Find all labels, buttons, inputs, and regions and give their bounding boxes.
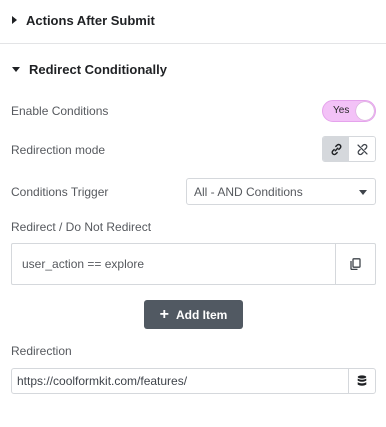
enable-conditions-toggle[interactable]: Yes [322,100,376,122]
toggle-text: Yes [333,105,350,116]
dynamic-tags-button[interactable] [348,369,375,393]
section-title: Actions After Submit [26,12,155,28]
mode-link-button[interactable] [323,137,349,161]
plus-icon: + [159,305,169,323]
redirection-mode-choices [322,136,376,162]
database-icon [357,375,367,386]
conditions-trigger-label: Conditions Trigger [11,185,109,199]
redirection-url-input[interactable] [12,369,348,393]
redirection-mode-label: Redirection mode [11,143,106,157]
add-item-label: Add Item [176,307,228,322]
section-redirect-conditionally[interactable]: Redirect Conditionally [0,48,386,90]
duplicate-button[interactable] [335,244,375,284]
conditions-trigger-select[interactable]: All - AND Conditions [186,178,376,205]
unlink-icon [356,143,368,155]
mode-unlink-button[interactable] [349,137,375,161]
toggle-knob [356,102,374,120]
redirection-label: Redirection [11,344,72,358]
repeater-item-title: user_action == explore [22,257,145,271]
copy-icon [350,258,361,270]
chevron-down-icon [359,190,367,195]
select-value: All - AND Conditions [194,184,303,199]
caret-down-icon [12,66,20,72]
repeater-item[interactable]: user_action == explore [11,243,376,285]
enable-conditions-label: Enable Conditions [11,104,109,118]
add-item-button[interactable]: + Add Item [144,300,243,329]
redirect-rules-label: Redirect / Do Not Redirect [11,220,152,234]
redirection-field [11,368,376,394]
section-title: Redirect Conditionally [29,61,167,77]
divider [0,43,386,44]
section-actions-after-submit[interactable]: Actions After Submit [0,0,386,40]
caret-right-icon [12,16,17,24]
link-icon [331,143,341,155]
